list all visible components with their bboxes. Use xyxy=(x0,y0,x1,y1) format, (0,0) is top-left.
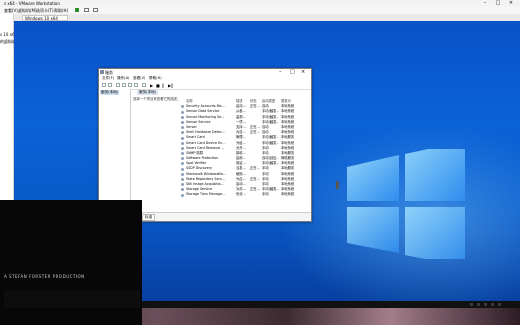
tab-standard[interactable]: 标准 xyxy=(142,214,156,221)
maximize-icon[interactable]: □ xyxy=(493,0,503,7)
service-icon xyxy=(181,146,184,150)
service-icon xyxy=(181,157,184,161)
menu-view[interactable]: 查看(V) xyxy=(133,76,145,81)
stop-icon[interactable]: ■ xyxy=(156,83,160,88)
menu-file[interactable]: 文件(F) xyxy=(102,76,114,81)
services-scrollbar[interactable] xyxy=(336,111,340,229)
services-close-icon[interactable]: × xyxy=(301,69,305,75)
services-tree: 服务(本地) xyxy=(99,89,131,211)
refresh-icon[interactable] xyxy=(122,83,126,87)
service-icon xyxy=(181,152,184,156)
service-icon xyxy=(181,172,184,176)
device-icon[interactable] xyxy=(470,303,473,306)
services-app-icon xyxy=(100,70,104,74)
vmware-title: s x64 - VMware Workstation xyxy=(4,1,60,6)
export-icon[interactable] xyxy=(128,83,132,87)
service-description: 选择一个项目来查看它的描述。 xyxy=(133,97,181,101)
service-icon xyxy=(181,126,184,130)
service-icon xyxy=(181,120,184,124)
device-icon[interactable] xyxy=(491,303,494,306)
service-icon xyxy=(181,105,184,109)
tree-node-services-local[interactable]: 服务(本地) xyxy=(100,90,120,95)
cell-startup-type: 手动 xyxy=(262,192,269,197)
services-main-pane: 服务(本地) 选择一个项目来查看它的描述。 名称 描述 状态 启动类型 登录为 … xyxy=(131,89,339,211)
services-window[interactable]: 服务 – □ × 文件(F) 操作(A) 查看(V) 帮助(H) ▶ ■ ‖ ▶… xyxy=(98,68,339,222)
pause-icon[interactable]: ‖ xyxy=(162,83,164,88)
close-icon[interactable]: × xyxy=(506,0,516,7)
show-tree-icon[interactable] xyxy=(116,83,120,87)
menu-help[interactable]: 帮助(H) xyxy=(149,76,162,81)
cell-name: Storage Tiers Manage... xyxy=(186,192,226,197)
minimize-icon[interactable]: – xyxy=(480,0,490,7)
service-icon xyxy=(181,115,184,119)
vmware-tabstrip xyxy=(14,14,520,21)
service-icon xyxy=(181,183,184,187)
service-icon xyxy=(181,162,184,166)
start-icon[interactable]: ▶ xyxy=(150,83,153,88)
scrollbar-thumb[interactable] xyxy=(336,181,339,189)
cell-description: 优化... xyxy=(236,192,246,197)
service-icon xyxy=(181,110,184,114)
snapshot-icon[interactable] xyxy=(84,8,89,12)
video-overlay: A STEFAN FORSTER PRODUCTION xyxy=(0,200,142,325)
service-icon xyxy=(181,193,184,197)
services-maximize-icon[interactable]: □ xyxy=(290,69,295,75)
restart-icon[interactable]: ▶‖ xyxy=(168,83,173,88)
menu-action[interactable]: 操作(A) xyxy=(117,76,129,81)
services-minimize-icon[interactable]: – xyxy=(279,69,282,75)
power-icon[interactable] xyxy=(75,8,79,12)
vmware-library: s 10 x64 的虚拟机 xyxy=(0,14,17,200)
service-icon xyxy=(181,136,184,140)
device-icon[interactable] xyxy=(498,303,501,306)
help-icon[interactable] xyxy=(134,83,138,87)
service-icon xyxy=(181,167,184,171)
services-table: 名称 描述 状态 启动类型 登录为 Security Accounts Ma..… xyxy=(181,99,310,198)
overlay-dim-area xyxy=(4,290,140,308)
service-icon xyxy=(181,178,184,181)
vmware-menubar: 查看(V) 虚拟机(M) 选项卡(T) 帮助(H) xyxy=(0,7,520,14)
services-titlebar[interactable]: 服务 – □ × xyxy=(99,69,311,76)
pane-header-tab: 服务(本地) xyxy=(137,90,159,95)
fullscreen-icon[interactable] xyxy=(93,8,98,12)
windows-logo-icon xyxy=(347,149,465,259)
device-icon[interactable] xyxy=(477,303,480,306)
service-icon xyxy=(181,188,184,192)
table-row[interactable]: Storage Tiers Manage... 优化... 手动 本地系统 xyxy=(181,192,310,197)
production-credit: A STEFAN FORSTER PRODUCTION xyxy=(4,274,85,279)
back-icon[interactable] xyxy=(102,83,106,87)
properties-icon[interactable] xyxy=(142,83,146,87)
service-icon xyxy=(181,141,184,145)
services-rows: Security Accounts Ma... 启动... 正在... 自动 本地系统 S… xyxy=(181,104,310,197)
device-icon[interactable] xyxy=(484,303,487,306)
service-icon xyxy=(181,131,184,135)
cell-logon-as: 本地系统 xyxy=(281,192,295,197)
forward-icon[interactable] xyxy=(108,83,112,87)
